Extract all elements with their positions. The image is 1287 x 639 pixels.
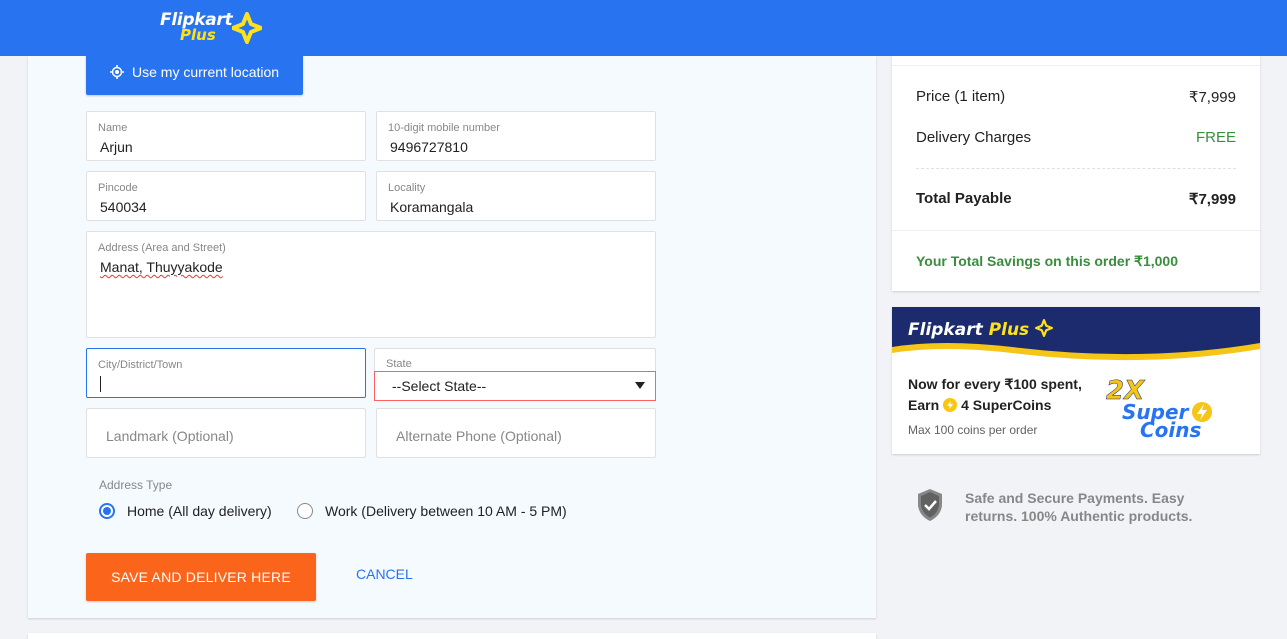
- cancel-button[interactable]: CANCEL: [356, 566, 413, 582]
- city-field[interactable]: City/District/Town: [86, 348, 366, 398]
- landmark-placeholder: Landmark (Optional): [106, 428, 234, 444]
- plus-logo-word: Flipkart: [908, 320, 983, 340]
- locality-field[interactable]: Locality Koramangala: [376, 171, 656, 221]
- plus-logo: Flipkart Plus: [908, 319, 1054, 340]
- mobile-field[interactable]: 10-digit mobile number 9496727810: [376, 111, 656, 161]
- total-row: Total Payable ₹7,999: [916, 190, 1236, 208]
- total-value: ₹7,999: [1188, 191, 1236, 208]
- mobile-label: 10-digit mobile number: [388, 122, 500, 134]
- pincode-field[interactable]: Pincode 540034: [86, 171, 366, 221]
- address-label: Address (Area and Street): [98, 242, 226, 254]
- address-textarea[interactable]: Address (Area and Street) Manat, Thuyyak…: [86, 231, 656, 338]
- state-label: State: [386, 358, 412, 370]
- radio-checked-icon[interactable]: [99, 503, 115, 519]
- plus-star-icon: [232, 12, 262, 44]
- top-header: Flipkart Plus: [0, 0, 1287, 56]
- savings-text: Your Total Savings on this order ₹1,000: [916, 253, 1179, 269]
- delivery-row-value: FREE: [1195, 129, 1236, 146]
- plus-offer-line2: Earn 4 SuperCoins: [908, 397, 1051, 413]
- divider: [892, 230, 1260, 231]
- plus-logo-plus: Plus: [988, 320, 1030, 340]
- address-type-home-option[interactable]: Home (All day delivery): [99, 503, 272, 519]
- location-target-icon: [110, 65, 124, 79]
- home-option-label: Home (All day delivery): [127, 503, 272, 519]
- flipkart-plus-logo[interactable]: Flipkart Plus: [160, 10, 270, 46]
- radio-unchecked-icon[interactable]: [297, 503, 313, 519]
- save-and-deliver-button[interactable]: SAVE AND DELIVER HERE: [86, 553, 316, 601]
- supercoins-badge: 2X Super Coins: [1106, 376, 1212, 441]
- pincode-value: 540034: [100, 199, 147, 215]
- plus-offer-line3: Max 100 coins per order: [908, 423, 1038, 437]
- address-type-label: Address Type: [99, 478, 173, 492]
- flipkart-plus-offer-card[interactable]: Flipkart Plus Now for every ₹100 spent, …: [892, 307, 1260, 454]
- name-label: Name: [98, 122, 128, 134]
- price-row-label: Price (1 item): [916, 88, 1006, 105]
- alternate-phone-field[interactable]: Alternate Phone (Optional): [376, 408, 656, 458]
- dashed-divider: [916, 168, 1236, 169]
- text-cursor: [100, 376, 101, 392]
- locality-label: Locality: [388, 182, 426, 194]
- next-section-panel: [28, 633, 876, 639]
- state-selected-value: --Select State--: [392, 378, 487, 394]
- price-row: Price (1 item) ₹7,999: [916, 88, 1236, 106]
- price-details-card: Price (1 item) ₹7,999 Delivery Charges F…: [892, 44, 1260, 291]
- use-current-location-label: Use my current location: [132, 64, 280, 80]
- shield-check-icon: [918, 489, 942, 521]
- price-row-value: ₹7,999: [1188, 89, 1236, 106]
- alternate-phone-placeholder: Alternate Phone (Optional): [396, 428, 562, 444]
- plus-offer-line1: Now for every ₹100 spent,: [908, 376, 1082, 392]
- address-value: Manat, Thuyyakode: [100, 259, 223, 275]
- state-select[interactable]: --Select State--: [374, 371, 656, 401]
- plus-offer-earn: Earn: [908, 397, 940, 413]
- city-label: City/District/Town: [98, 359, 183, 371]
- mobile-value: 9496727810: [390, 139, 468, 155]
- locality-value: Koramangala: [390, 199, 474, 215]
- dropdown-arrow-icon: [635, 382, 645, 389]
- name-value: Arjun: [100, 139, 133, 155]
- work-option-label: Work (Delivery between 10 AM - 5 PM): [325, 503, 567, 519]
- supercoin-icon: [943, 398, 958, 412]
- plus-offer-coins: 4 SuperCoins: [961, 397, 1052, 413]
- secure-payments-badge: [916, 488, 944, 522]
- name-field[interactable]: Name Arjun: [86, 111, 366, 161]
- address-type-work-option[interactable]: Work (Delivery between 10 AM - 5 PM): [297, 503, 567, 519]
- pincode-label: Pincode: [98, 182, 138, 194]
- delivery-row: Delivery Charges FREE: [916, 129, 1236, 146]
- logo-plus: Plus: [180, 26, 216, 44]
- supercoins-word2: Coins: [1140, 418, 1202, 441]
- plus-star-icon: [1035, 319, 1054, 337]
- secure-payments-text: Safe and Secure Payments. Easy returns. …: [965, 490, 1193, 524]
- landmark-field[interactable]: Landmark (Optional): [86, 408, 366, 458]
- delivery-row-label: Delivery Charges: [916, 129, 1032, 146]
- total-label: Total Payable: [916, 190, 1012, 207]
- divider: [892, 65, 1260, 66]
